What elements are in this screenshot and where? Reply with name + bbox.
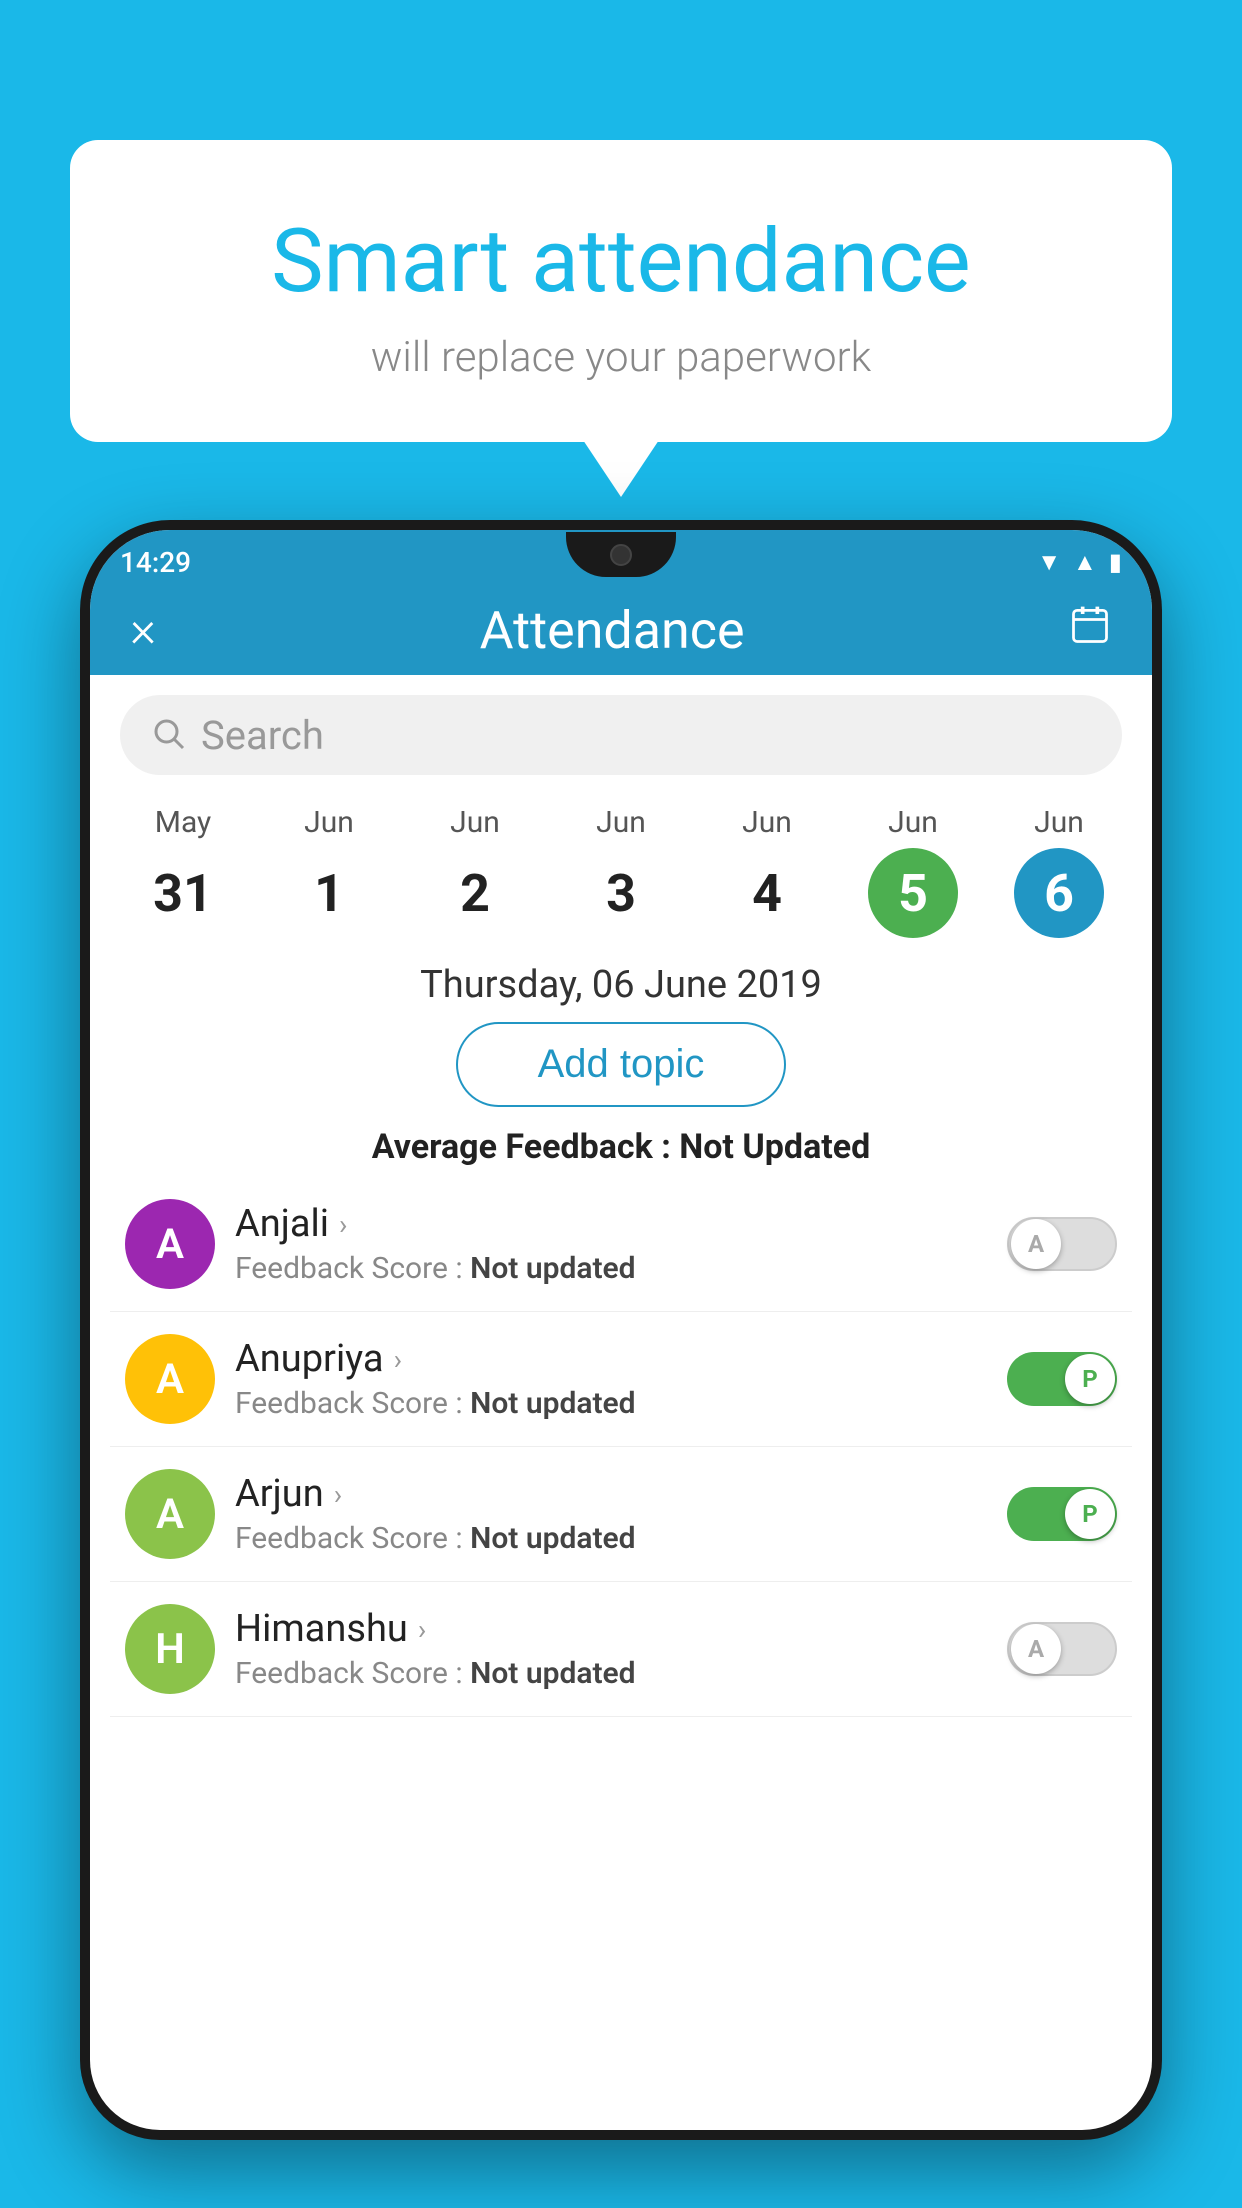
attendance-toggle[interactable]: P xyxy=(1007,1352,1117,1406)
cal-month-label: Jun xyxy=(450,805,500,840)
phone-top-bar: 14:29 ▼ ▲ ▮ xyxy=(100,532,1142,592)
student-info: Anupriya › Feedback Score : Not updated xyxy=(235,1337,987,1421)
cal-day-number[interactable]: 4 xyxy=(722,848,812,938)
cal-month-label: Jun xyxy=(596,805,646,840)
cal-day-number[interactable]: 1 xyxy=(284,848,374,938)
search-icon xyxy=(150,715,186,755)
chevron-right-icon: › xyxy=(339,1208,347,1241)
student-feedback-score: Feedback Score : Not updated xyxy=(235,1251,987,1286)
toggle-switch[interactable]: A xyxy=(1007,1217,1117,1271)
wifi-icon: ▼ xyxy=(1037,548,1061,577)
cal-day-number[interactable]: 6 xyxy=(1014,848,1104,938)
student-name[interactable]: Arjun › xyxy=(235,1472,987,1516)
toggle-knob: P xyxy=(1065,1354,1115,1404)
cal-month-label: Jun xyxy=(888,805,938,840)
cal-day-number[interactable]: 2 xyxy=(430,848,520,938)
close-button[interactable]: × xyxy=(130,601,156,659)
student-feedback-score: Feedback Score : Not updated xyxy=(235,1656,987,1691)
student-item: A Anjali › Feedback Score : Not updated A xyxy=(110,1177,1132,1312)
phone-screen: × Attendance xyxy=(90,530,1152,2130)
calendar-strip: May 31 Jun 1 Jun 2 Jun 3 Jun 4 Jun 5 Jun 6 xyxy=(90,795,1152,938)
student-name[interactable]: Himanshu › xyxy=(235,1607,987,1651)
selected-date-label: Thursday, 06 June 2019 xyxy=(90,963,1152,1007)
toggle-switch[interactable]: A xyxy=(1007,1622,1117,1676)
bubble-subtitle: will replace your paperwork xyxy=(130,333,1112,382)
student-avatar: A xyxy=(125,1199,215,1289)
avg-feedback: Average Feedback : Not Updated xyxy=(90,1127,1152,1167)
attendance-toggle[interactable]: A xyxy=(1007,1622,1117,1676)
speech-bubble: Smart attendance will replace your paper… xyxy=(70,140,1172,442)
bubble-title: Smart attendance xyxy=(130,210,1112,313)
cal-day[interactable]: Jun 1 xyxy=(269,805,389,938)
calendar-icon[interactable] xyxy=(1068,603,1112,658)
toggle-knob: A xyxy=(1011,1624,1061,1674)
header-title: Attendance xyxy=(480,600,745,661)
cal-month-label: Jun xyxy=(742,805,792,840)
toggle-knob: P xyxy=(1065,1489,1115,1539)
cal-day[interactable]: Jun 3 xyxy=(561,805,681,938)
student-feedback-score: Feedback Score : Not updated xyxy=(235,1386,987,1421)
phone-frame: 14:29 ▼ ▲ ▮ × Attendance xyxy=(80,520,1162,2208)
cal-day[interactable]: Jun 4 xyxy=(707,805,827,938)
cal-day[interactable]: Jun 2 xyxy=(415,805,535,938)
cal-day[interactable]: Jun 6 xyxy=(999,805,1119,938)
attendance-toggle[interactable]: P xyxy=(1007,1487,1117,1541)
student-name[interactable]: Anjali › xyxy=(235,1202,987,1246)
cal-month-label: Jun xyxy=(304,805,354,840)
phone-time: 14:29 xyxy=(120,546,191,579)
search-input[interactable]: Search xyxy=(201,712,324,759)
cal-day-number[interactable]: 31 xyxy=(138,848,228,938)
student-info: Himanshu › Feedback Score : Not updated xyxy=(235,1607,987,1691)
attendance-toggle[interactable]: A xyxy=(1007,1217,1117,1271)
student-name[interactable]: Anupriya › xyxy=(235,1337,987,1381)
toggle-switch[interactable]: P xyxy=(1007,1487,1117,1541)
student-avatar: A xyxy=(125,1469,215,1559)
toggle-switch[interactable]: P xyxy=(1007,1352,1117,1406)
cal-month-label: Jun xyxy=(1034,805,1084,840)
chevron-right-icon: › xyxy=(418,1613,426,1646)
chevron-right-icon: › xyxy=(394,1343,402,1376)
student-list: AAnjali ›Feedback Score : Not updatedAAA… xyxy=(90,1177,1152,1717)
cal-day-number[interactable]: 3 xyxy=(576,848,666,938)
cal-day[interactable]: Jun 5 xyxy=(853,805,973,938)
cal-day[interactable]: May 31 xyxy=(123,805,243,938)
chevron-right-icon: › xyxy=(334,1478,342,1511)
signal-icon: ▲ xyxy=(1073,548,1097,577)
add-topic-button[interactable]: Add topic xyxy=(456,1022,787,1107)
student-item: A Anupriya › Feedback Score : Not updated P xyxy=(110,1312,1132,1447)
student-avatar: H xyxy=(125,1604,215,1694)
student-item: A Arjun › Feedback Score : Not updated P xyxy=(110,1447,1132,1582)
cal-day-number[interactable]: 5 xyxy=(868,848,958,938)
toggle-knob: A xyxy=(1011,1219,1061,1269)
battery-icon: ▮ xyxy=(1109,548,1122,576)
student-info: Arjun › Feedback Score : Not updated xyxy=(235,1472,987,1556)
student-info: Anjali › Feedback Score : Not updated xyxy=(235,1202,987,1286)
phone-notch xyxy=(566,532,676,577)
search-bar[interactable]: Search xyxy=(120,695,1122,775)
speech-bubble-container: Smart attendance will replace your paper… xyxy=(70,140,1172,442)
phone-outer: 14:29 ▼ ▲ ▮ × Attendance xyxy=(80,520,1162,2140)
student-item: H Himanshu › Feedback Score : Not updated A xyxy=(110,1582,1132,1717)
student-feedback-score: Feedback Score : Not updated xyxy=(235,1521,987,1556)
phone-camera xyxy=(610,544,632,566)
student-avatar: A xyxy=(125,1334,215,1424)
cal-month-label: May xyxy=(155,805,211,840)
phone-status-icons: ▼ ▲ ▮ xyxy=(1037,548,1122,577)
